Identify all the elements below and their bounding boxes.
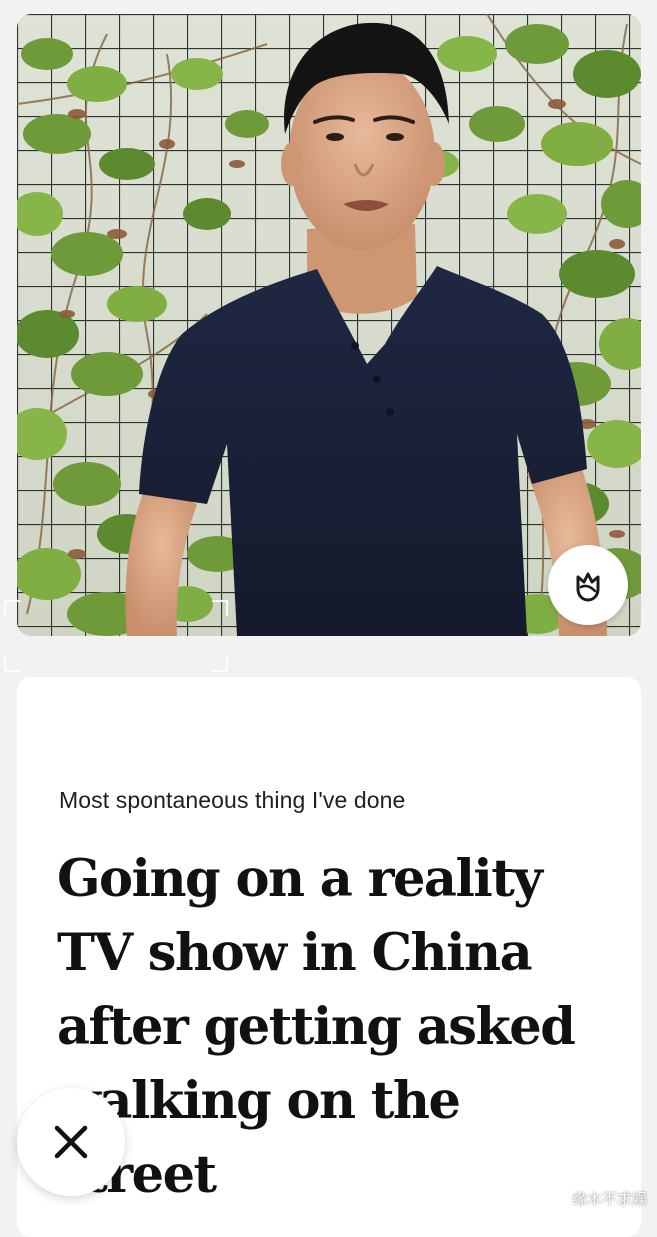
focus-corner-top-left [4, 600, 20, 616]
prompt-question: Most spontaneous thing I've done [59, 787, 406, 813]
focus-corner-bottom-left [4, 656, 20, 672]
focus-corner-top-right [212, 600, 228, 616]
prompt-answer: Going on a reality TV show in China afte… [57, 849, 576, 1205]
profile-photo-card[interactable] [17, 14, 641, 636]
focus-corner-bottom-right [212, 656, 228, 672]
watermark: 缘木不求娱 [571, 1190, 647, 1208]
dismiss-button[interactable] [17, 1088, 125, 1196]
x-icon [54, 1125, 88, 1159]
like-rose-button[interactable] [548, 545, 628, 625]
rose-icon [576, 572, 600, 602]
profile-photo [17, 14, 641, 636]
